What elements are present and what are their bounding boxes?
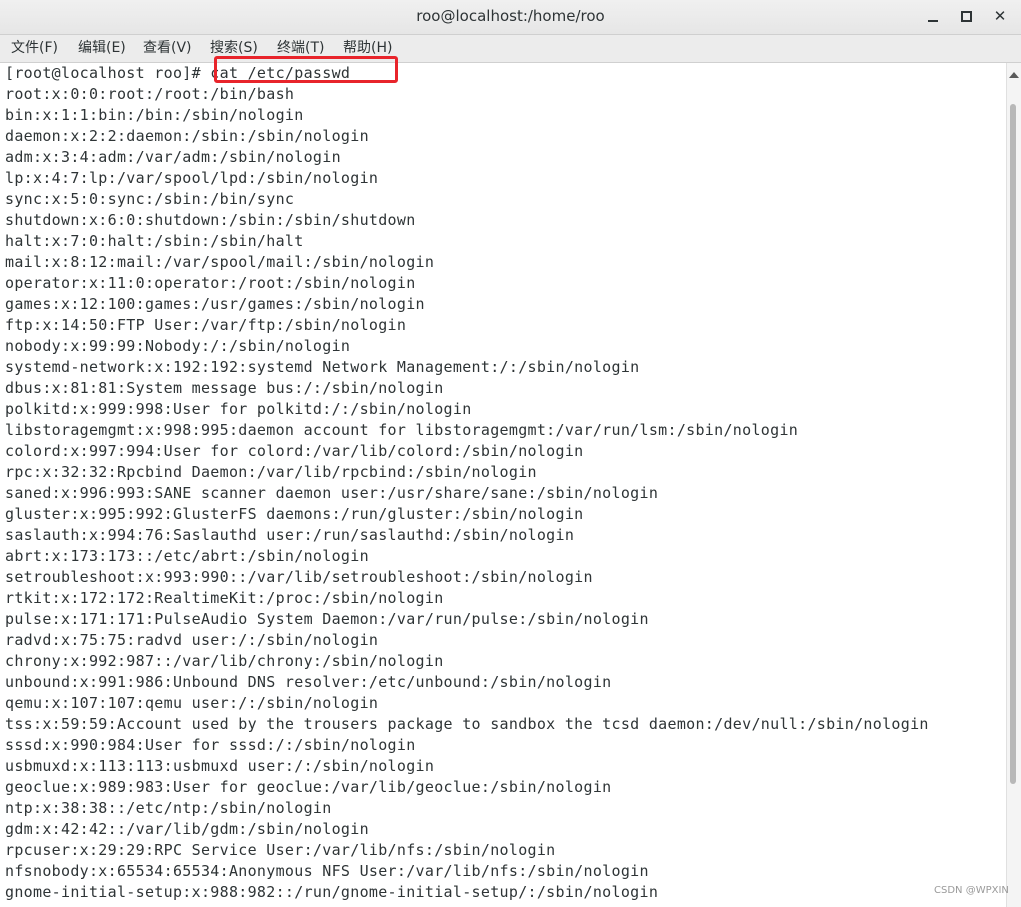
terminal-output[interactable]: [root@localhost roo]# cat /etc/passwd ro… <box>0 63 1006 907</box>
output-line: gnome-initial-setup:x:988:982::/run/gnom… <box>5 883 659 901</box>
window-titlebar[interactable]: roo@localhost:/home/roo ✕ <box>0 0 1021 35</box>
scroll-up-arrow-icon[interactable] <box>1009 72 1019 78</box>
minimize-icon <box>928 19 938 22</box>
close-button[interactable]: ✕ <box>987 4 1013 28</box>
output-line: pulse:x:171:171:PulseAudio System Daemon… <box>5 610 649 628</box>
output-line: adm:x:3:4:adm:/var/adm:/sbin/nologin <box>5 148 341 166</box>
output-line: halt:x:7:0:halt:/sbin:/sbin/halt <box>5 232 304 250</box>
output-line: setroubleshoot:x:993:990::/var/lib/setro… <box>5 568 593 586</box>
output-line: libstoragemgmt:x:998:995:daemon account … <box>5 421 799 439</box>
output-line: radvd:x:75:75:radvd user:/:/sbin/nologin <box>5 631 379 649</box>
scrollbar-thumb[interactable] <box>1010 104 1016 784</box>
menu-view[interactable]: 查看(V) <box>143 35 192 62</box>
watermark: CSDN @WPXIN <box>934 885 1009 896</box>
output-line: nfsnobody:x:65534:65534:Anonymous NFS Us… <box>5 862 649 880</box>
output-line: colord:x:997:994:User for colord:/var/li… <box>5 442 584 460</box>
menu-edit[interactable]: 编辑(E) <box>78 35 126 62</box>
output-line: lp:x:4:7:lp:/var/spool/lpd:/sbin/nologin <box>5 169 379 187</box>
output-line: operator:x:11:0:operator:/root:/sbin/nol… <box>5 274 416 292</box>
output-line: geoclue:x:989:983:User for geoclue:/var/… <box>5 778 612 796</box>
output-line: ntp:x:38:38::/etc/ntp:/sbin/nologin <box>5 799 332 817</box>
output-line: root:x:0:0:root:/root:/bin/bash <box>5 85 295 103</box>
output-line: systemd-network:x:192:192:systemd Networ… <box>5 358 640 376</box>
output-line: sssd:x:990:984:User for sssd:/:/sbin/nol… <box>5 736 416 754</box>
output-line: saslauth:x:994:76:Saslauthd user:/run/sa… <box>5 526 575 544</box>
output-line: rtkit:x:172:172:RealtimeKit:/proc:/sbin/… <box>5 589 444 607</box>
output-line: unbound:x:991:986:Unbound DNS resolver:/… <box>5 673 612 691</box>
output-line: polkitd:x:999:998:User for polkitd:/:/sb… <box>5 400 472 418</box>
menubar: 文件(F) 编辑(E) 查看(V) 搜索(S) 终端(T) 帮助(H) <box>0 35 1021 63</box>
output-line: usbmuxd:x:113:113:usbmuxd user:/:/sbin/n… <box>5 757 435 775</box>
menu-file[interactable]: 文件(F) <box>11 35 58 62</box>
output-line: saned:x:996:993:SANE scanner daemon user… <box>5 484 659 502</box>
output-line: tss:x:59:59:Account used by the trousers… <box>5 715 929 733</box>
output-line: qemu:x:107:107:qemu user:/:/sbin/nologin <box>5 694 379 712</box>
output-line: bin:x:1:1:bin:/bin:/sbin/nologin <box>5 106 304 124</box>
output-line: gluster:x:995:992:GlusterFS daemons:/run… <box>5 505 584 523</box>
output-line: rpcuser:x:29:29:RPC Service User:/var/li… <box>5 841 556 859</box>
output-line: nobody:x:99:99:Nobody:/:/sbin/nologin <box>5 337 351 355</box>
close-icon: ✕ <box>993 7 1007 25</box>
shell-prompt: [root@localhost roo]# <box>5 64 211 82</box>
output-line: abrt:x:173:173::/etc/abrt:/sbin/nologin <box>5 547 369 565</box>
output-line: mail:x:8:12:mail:/var/spool/mail:/sbin/n… <box>5 253 435 271</box>
maximize-icon <box>960 11 972 22</box>
output-line: ftp:x:14:50:FTP User:/var/ftp:/sbin/nolo… <box>5 316 407 334</box>
output-line: shutdown:x:6:0:shutdown:/sbin:/sbin/shut… <box>5 211 416 229</box>
output-line: chrony:x:992:987::/var/lib/chrony:/sbin/… <box>5 652 444 670</box>
output-line: daemon:x:2:2:daemon:/sbin:/sbin/nologin <box>5 127 369 145</box>
output-line: gdm:x:42:42::/var/lib/gdm:/sbin/nologin <box>5 820 369 838</box>
minimize-button[interactable] <box>920 4 946 28</box>
window-title: roo@localhost:/home/roo <box>416 7 605 25</box>
command-highlight-box <box>214 56 398 83</box>
output-line: rpc:x:32:32:Rpcbind Daemon:/var/lib/rpcb… <box>5 463 537 481</box>
output-line: dbus:x:81:81:System message bus:/:/sbin/… <box>5 379 444 397</box>
output-line: sync:x:5:0:sync:/sbin:/bin/sync <box>5 190 295 208</box>
output-line: games:x:12:100:games:/usr/games:/sbin/no… <box>5 295 425 313</box>
maximize-button[interactable] <box>953 4 979 28</box>
